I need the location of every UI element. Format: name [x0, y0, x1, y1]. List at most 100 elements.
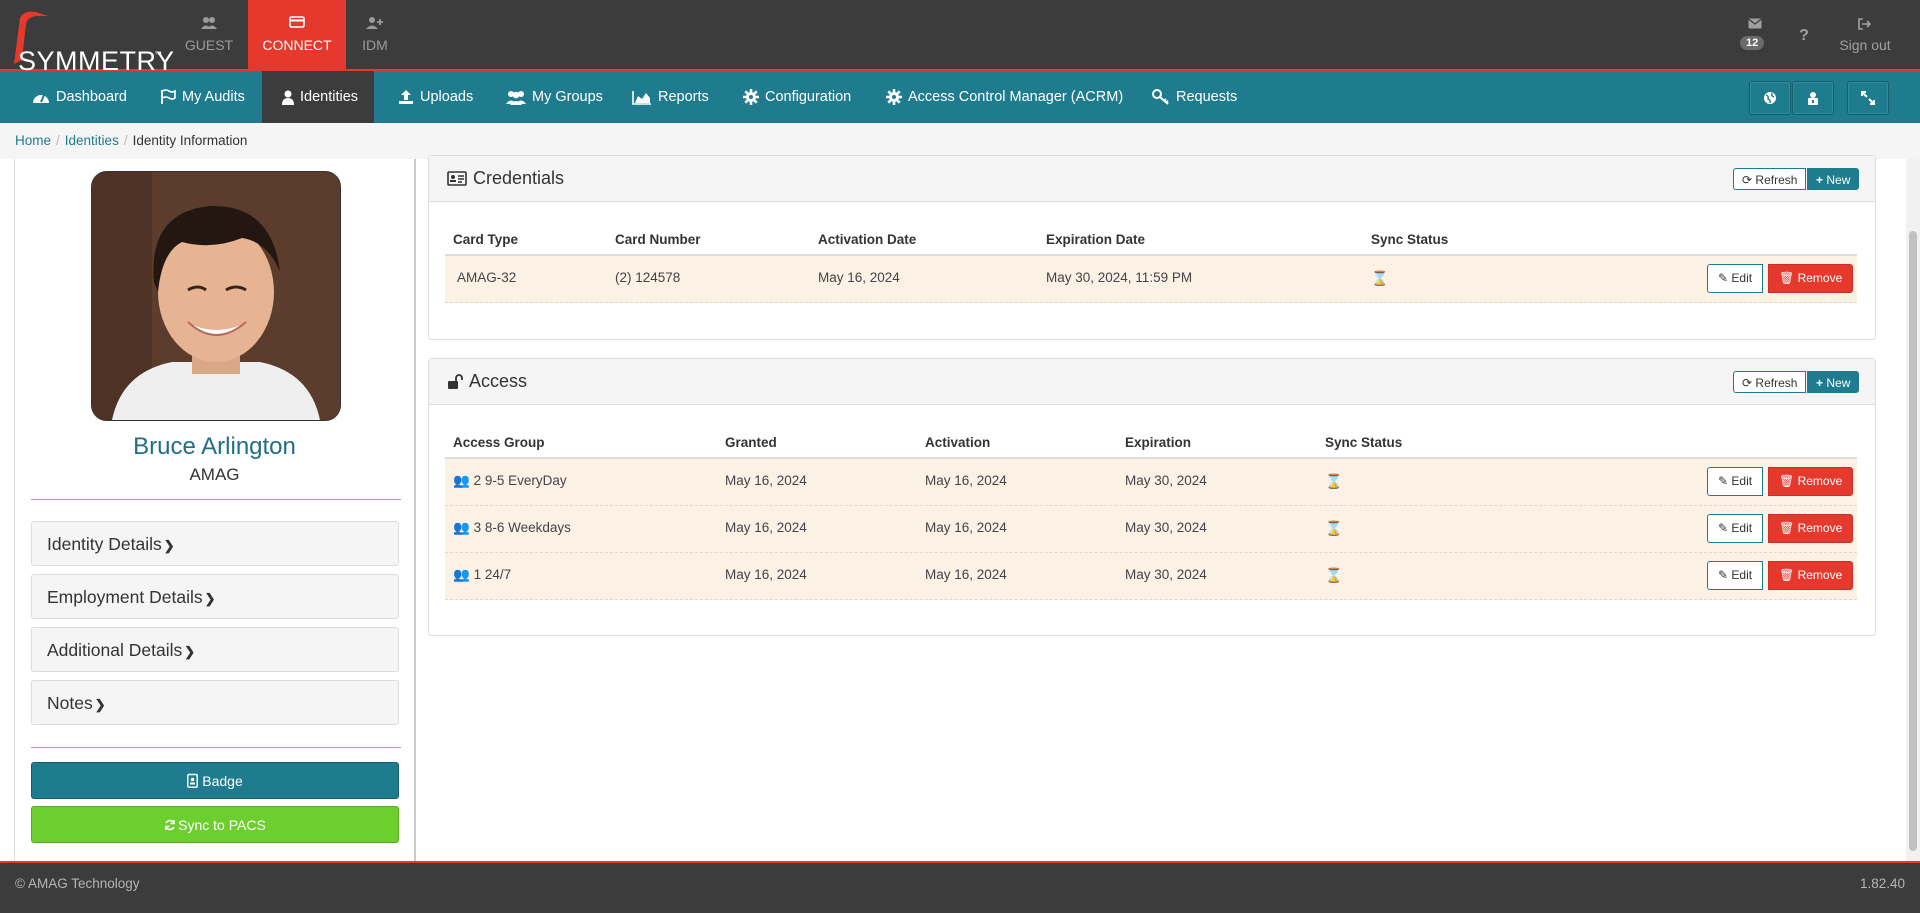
edit-button[interactable]: ✎ Edit [1707, 264, 1764, 293]
chevron-right-icon: ❯ [204, 591, 216, 606]
id-card-icon [447, 171, 467, 186]
nav-acrm-label: Access Control Manager (ACRM) [908, 89, 1124, 105]
edit-label: Edit [1731, 474, 1753, 488]
access-group: 👥 3 8-6 Weekdays [453, 520, 571, 536]
column-header: Expiration Date [1046, 232, 1146, 247]
remove-button[interactable]: 🗑 Remove [1768, 514, 1854, 543]
credentials-refresh-button[interactable]: ⟳ Refresh [1733, 168, 1807, 190]
hourglass-icon: ⌛ [1325, 520, 1343, 536]
edit-button[interactable]: ✎ Edit [1707, 514, 1764, 543]
nav-uploads[interactable]: Uploads [398, 71, 473, 123]
identity-details-label: Identity Details [47, 534, 162, 554]
employment-details-toggle[interactable]: Employment Details ❯ [31, 574, 399, 619]
page-scrollbar[interactable] [1906, 159, 1920, 861]
column-header: Access Group [453, 435, 545, 450]
nav-dashboard[interactable]: Dashboard [32, 71, 127, 123]
fullscreen-button[interactable] [1847, 81, 1889, 115]
nav-my-audits[interactable]: My Audits [160, 71, 245, 123]
globe-button[interactable] [1749, 81, 1791, 115]
topnav-idm[interactable]: IDM [326, 0, 424, 69]
sync-to-pacs-button[interactable]: Sync to PACS [31, 806, 399, 843]
card-type: AMAG-32 [457, 270, 517, 285]
badge-button[interactable]: Badge [31, 762, 399, 799]
access-new-button[interactable]: + New [1807, 371, 1860, 393]
scrollbar-thumb[interactable] [1909, 231, 1917, 851]
expiration-date: May 30, 2024 [1125, 567, 1207, 582]
nav-identities[interactable]: Identities [262, 71, 375, 123]
users-icon [201, 17, 217, 29]
edit-label: Edit [1731, 521, 1753, 535]
nav-acrm[interactable]: Access Control Manager (ACRM) [886, 71, 1123, 123]
column-header: Sync Status [1371, 232, 1449, 247]
divider [31, 747, 401, 748]
nav-uploads-label: Uploads [420, 89, 474, 105]
user-lock-button[interactable] [1792, 81, 1834, 115]
breadcrumb-identities[interactable]: Identities [65, 133, 119, 148]
refresh-icon: ⟳ [1742, 173, 1753, 187]
help-button[interactable]: ? [1794, 0, 1814, 69]
additional-details-label: Additional Details [47, 640, 183, 660]
badge-icon [187, 773, 199, 788]
granted-date: May 16, 2024 [725, 473, 807, 488]
remove-label: Remove [1797, 271, 1843, 285]
refresh-icon [165, 819, 175, 831]
badge-button-label: Badge [202, 773, 243, 789]
card-number: (2) 124578 [615, 270, 681, 285]
identity-details-toggle[interactable]: Identity Details ❯ [31, 521, 399, 566]
user-plus-icon [366, 17, 383, 29]
expiration-date: May 30, 2024, 11:59 PM [1046, 270, 1193, 285]
gear-icon [886, 89, 902, 106]
nav-configuration[interactable]: Configuration [743, 71, 851, 123]
notes-toggle[interactable]: Notes ❯ [31, 680, 399, 725]
edit-label: Edit [1731, 271, 1753, 285]
mail-count-badge: 12 [1740, 36, 1765, 50]
trash-icon: 🗑 [1779, 521, 1795, 535]
nav-identities-label: Identities [300, 89, 359, 105]
nav-my-groups[interactable]: My Groups [506, 71, 603, 123]
mail-button[interactable]: 12 [1740, 0, 1770, 69]
activation-date: May 16, 2024 [818, 270, 900, 285]
edit-button[interactable]: ✎ Edit [1707, 561, 1764, 590]
column-header: Card Type [453, 232, 519, 247]
breadcrumb-separator: / [56, 133, 60, 148]
breadcrumb-home[interactable]: Home [15, 133, 51, 148]
main-navbar: Dashboard My Audits Identities Uploads M… [0, 71, 1920, 123]
sign-out-label: Sign out [1839, 37, 1891, 53]
expiration-date: May 30, 2024 [1125, 473, 1207, 488]
nav-requests[interactable]: Requests [1152, 71, 1237, 123]
edit-button[interactable]: ✎ Edit [1707, 467, 1764, 496]
chevron-right-icon: ❯ [184, 644, 196, 659]
symmetry-logo[interactable]: SYMMETRY ™ [8, 8, 174, 76]
expiration-date: May 30, 2024 [1125, 520, 1207, 535]
activation-date: May 16, 2024 [925, 473, 1007, 488]
users-icon: 👥 [453, 567, 470, 582]
nav-reports[interactable]: Reports [632, 71, 709, 123]
credentials-panel-header: Credentials ⟳ Refresh + New [429, 156, 1875, 202]
additional-details-toggle[interactable]: Additional Details ❯ [31, 627, 399, 672]
chevron-right-icon: ❯ [163, 538, 175, 553]
sign-out-button[interactable]: Sign out [1830, 0, 1900, 69]
column-header: Activation [925, 435, 991, 450]
access-row: 👥 2 9-5 EveryDay May 16, 2024 May 16, 20… [445, 459, 1857, 506]
dashboard-icon [33, 94, 49, 104]
access-panel-header: Access ⟳ Refresh + New [429, 359, 1875, 405]
access-refresh-button[interactable]: ⟳ Refresh [1733, 371, 1807, 393]
remove-button[interactable]: 🗑 Remove [1768, 264, 1854, 293]
nav-dashboard-label: Dashboard [56, 89, 127, 105]
remove-button[interactable]: 🗑 Remove [1768, 467, 1854, 496]
remove-label: Remove [1797, 568, 1843, 582]
breadcrumb-separator: / [123, 133, 128, 148]
access-panel: Access ⟳ Refresh + New Access Group Gran… [428, 358, 1876, 636]
users-icon [506, 90, 526, 105]
access-group-name: 2 9-5 EveryDay [473, 473, 567, 488]
topnav-guest[interactable]: GUEST [160, 0, 258, 69]
access-row: 👥 1 24/7 May 16, 2024 May 16, 2024 May 3… [445, 553, 1857, 600]
credentials-new-button[interactable]: + New [1807, 168, 1860, 190]
remove-button[interactable]: 🗑 Remove [1768, 561, 1854, 590]
edit-icon: ✎ [1718, 474, 1729, 488]
granted-date: May 16, 2024 [725, 567, 807, 582]
identity-photo[interactable] [91, 171, 341, 421]
access-title: Access [447, 359, 527, 404]
copyright: © AMAG Technology [15, 876, 140, 891]
identity-organization: AMAG [189, 465, 240, 484]
